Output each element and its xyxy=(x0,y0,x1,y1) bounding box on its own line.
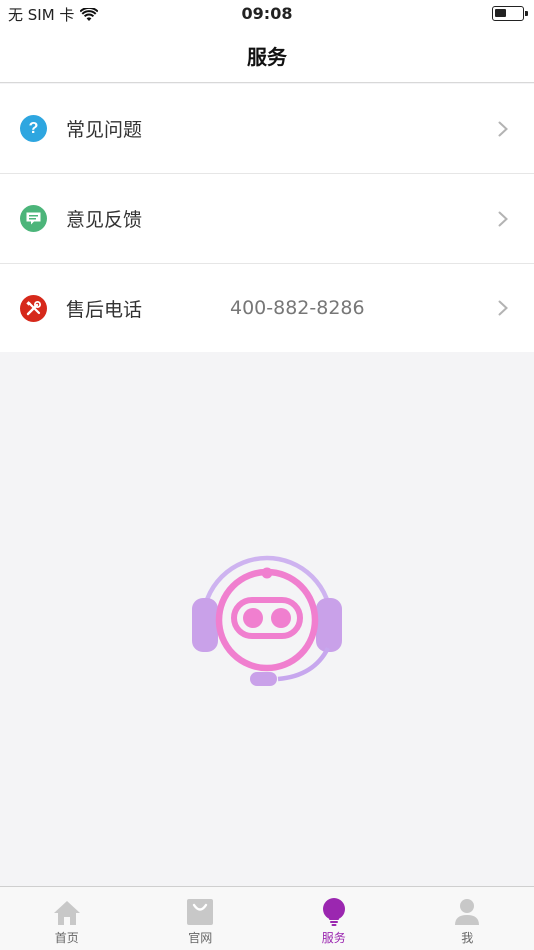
tools-icon xyxy=(20,294,47,322)
list-item-label: 常见问题 xyxy=(66,119,143,141)
tab-me[interactable]: 我 xyxy=(401,887,534,950)
list-item-feedback[interactable]: 意见反馈 xyxy=(0,174,534,264)
tab-bar: 首页 官网 服务 我 xyxy=(0,886,534,950)
service-list: ? 常见问题 意见反馈 售后电话 400-882-8286 xyxy=(0,84,534,352)
tab-home[interactable]: 首页 xyxy=(0,887,134,950)
phone-number[interactable]: 400-882-8286 xyxy=(230,297,365,319)
shopping-bag-icon xyxy=(185,898,215,926)
question-icon: ? xyxy=(20,115,47,142)
nav-bar: 服务 xyxy=(0,28,534,83)
home-icon xyxy=(52,898,82,926)
list-item-hotline[interactable]: 售后电话 400-882-8286 xyxy=(0,264,534,352)
tab-label: 首页 xyxy=(54,931,79,945)
chevron-right-icon xyxy=(498,211,508,226)
tab-label: 我 xyxy=(461,931,474,945)
chevron-right-icon xyxy=(498,300,508,316)
page-title: 服务 xyxy=(247,44,287,69)
battery-icon xyxy=(492,6,528,21)
tab-official-site[interactable]: 官网 xyxy=(134,887,268,950)
clock: 09:08 xyxy=(241,4,293,23)
feedback-icon xyxy=(20,205,47,232)
list-item-label: 售后电话 xyxy=(66,298,143,321)
tab-label: 官网 xyxy=(188,931,213,945)
tab-label: 服务 xyxy=(321,931,346,945)
lightbulb-icon xyxy=(319,898,349,926)
list-item-label: 意见反馈 xyxy=(66,209,143,231)
person-icon xyxy=(452,898,482,926)
tab-service[interactable]: 服务 xyxy=(267,887,401,950)
customer-service-robot-icon xyxy=(192,555,342,686)
chevron-right-icon xyxy=(498,121,508,136)
status-bar: 无 SIM 卡 09:08 xyxy=(0,0,534,28)
list-item-faq[interactable]: ? 常见问题 xyxy=(0,84,534,174)
battery-level xyxy=(495,9,506,17)
